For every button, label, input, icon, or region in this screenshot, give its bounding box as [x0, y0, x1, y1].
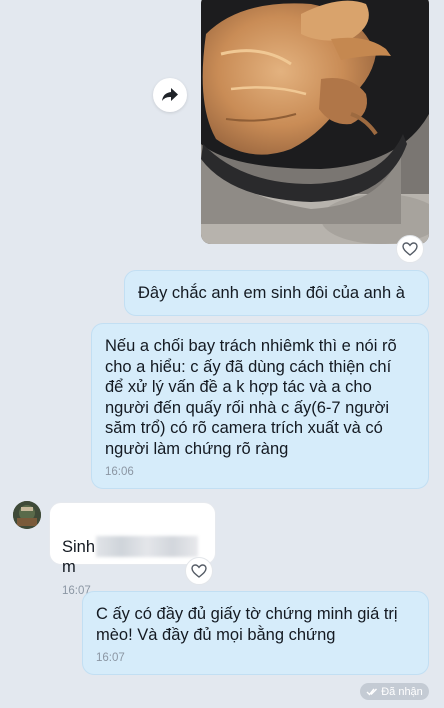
message-reaction-button[interactable] [185, 557, 213, 585]
delivery-status-label: Đã nhận [381, 685, 423, 698]
message-text: Nếu a chối bay trách nhiêmk thì e nói rõ… [105, 337, 397, 458]
message-text: Đây chắc anh em sinh đôi của anh à [138, 284, 405, 302]
sent-message-bubble[interactable]: Nếu a chối bay trách nhiêmk thì e nói rõ… [91, 323, 429, 489]
delivery-status-badge: Đã nhận [360, 683, 429, 700]
heart-outline-icon [191, 564, 207, 578]
forward-button[interactable] [153, 78, 187, 112]
avatar[interactable] [13, 501, 41, 529]
message-text: Sinh m [62, 515, 203, 578]
forward-arrow-icon [162, 88, 178, 101]
double-check-icon [366, 688, 378, 696]
image-message-photo[interactable] [201, 0, 429, 244]
received-message-bubble[interactable]: Sinhm 16:07 [49, 502, 216, 597]
message-timestamp: 16:06 [105, 466, 134, 478]
message-timestamp: 16:07 [96, 652, 125, 664]
photo-cat-image [201, 0, 429, 244]
sent-message-bubble[interactable]: C ấy có đầy đủ giấy tờ chứng minh giá tr… [82, 591, 429, 675]
photo-reaction-button[interactable] [396, 235, 424, 263]
avatar-image [13, 501, 41, 529]
blurred-text-region [96, 535, 199, 557]
heart-outline-icon [402, 242, 418, 256]
message-text-end: m [62, 558, 76, 576]
message-text: C ấy có đầy đủ giấy tờ chứng minh giá tr… [96, 605, 398, 644]
sent-message-bubble[interactable]: Đây chắc anh em sinh đôi của anh à [124, 270, 429, 316]
message-text-start: Sinh [62, 537, 96, 556]
